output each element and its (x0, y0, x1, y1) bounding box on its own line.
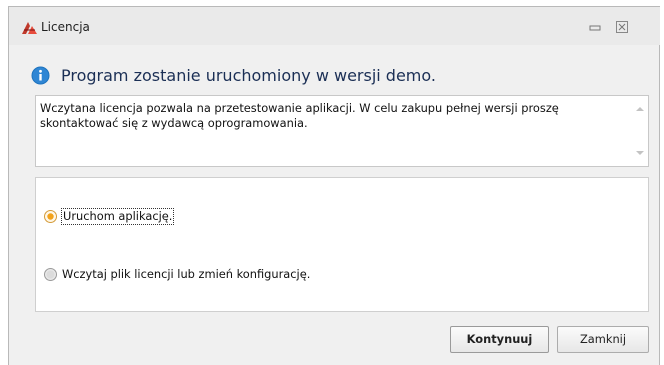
option-run-app-label[interactable]: Uruchom aplikację. (61, 208, 175, 225)
title-bar[interactable]: Licencja (9, 7, 660, 45)
radio-selected-icon[interactable] (44, 210, 57, 223)
scroll-down-icon[interactable] (635, 148, 645, 158)
window-title: Licencja (41, 20, 90, 34)
message-text: Wczytana licencja pozwala na przetestowa… (40, 101, 559, 130)
header-text: Program zostanie uruchomiony w wersji de… (61, 66, 436, 85)
continue-button[interactable]: Kontynuuj (450, 326, 549, 353)
app-logo-icon (21, 20, 38, 34)
close-button[interactable] (611, 17, 633, 37)
option-load-license-label[interactable]: Wczytaj plik licencji lub zmień konfigur… (62, 267, 310, 282)
message-textbox[interactable]: Wczytana licencja pozwala na przetestowa… (35, 95, 649, 167)
close-dialog-button[interactable]: Zamknij (557, 326, 649, 353)
message-scrollbar[interactable] (632, 96, 648, 166)
info-icon (31, 66, 50, 85)
close-icon (616, 21, 628, 33)
minimize-button[interactable] (584, 17, 606, 37)
minimize-icon (589, 25, 601, 31)
scroll-up-icon[interactable] (635, 104, 645, 114)
options-panel: Uruchom aplikację. Wczytaj plik licencji… (35, 177, 649, 312)
license-dialog: Licencja Program zostanie uruchomiony w … (8, 6, 660, 365)
radio-unselected-icon[interactable] (44, 268, 57, 281)
